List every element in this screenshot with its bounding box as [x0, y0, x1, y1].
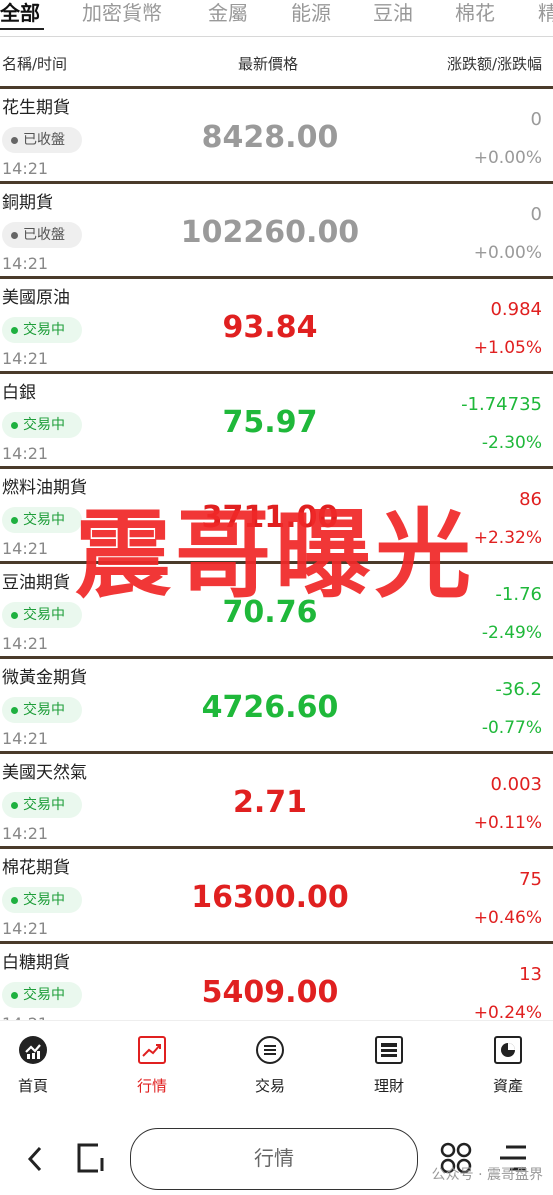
last-price: 5409.00 [201, 975, 339, 1010]
trade-icon [256, 1036, 284, 1064]
status-badge: 交易中 [2, 792, 82, 818]
change-percent: +1.05% [473, 338, 542, 358]
change-percent: +0.00% [473, 148, 542, 168]
nav-finance[interactable]: 理財 [349, 1035, 429, 1096]
chart-icon [138, 1036, 166, 1064]
change-percent: +0.00% [473, 243, 542, 263]
nav-label: 交易 [254, 1077, 285, 1095]
quote-time: 14:21 [2, 349, 49, 368]
instrument-name: 燃料油期貨 [2, 478, 87, 498]
status-badge: 已收盤 [2, 222, 82, 248]
nav-assets[interactable]: 資產 [468, 1035, 548, 1096]
nav-label: 理財 [373, 1077, 404, 1095]
status-badge: 交易中 [2, 982, 82, 1008]
last-price: 93.84 [222, 310, 318, 345]
quote-row[interactable]: 棉花期貨 交易中 14:21 16300.00 75 +0.46% [0, 849, 553, 944]
recent-apps-icon[interactable] [76, 1142, 108, 1174]
change-amount: 0.984 [490, 299, 542, 320]
instrument-name: 美國天然氣 [2, 763, 87, 783]
status-badge: 交易中 [2, 317, 82, 343]
status-badge: 已收盤 [2, 127, 82, 153]
change-percent: +0.11% [473, 813, 542, 833]
watermark-credit: 公众号 · 震哥盘界 [431, 1167, 543, 1183]
column-header-price: 最新價格 [238, 55, 299, 73]
quote-time: 14:21 [2, 539, 49, 558]
finance-icon [375, 1036, 403, 1064]
quote-time: 14:21 [2, 824, 49, 843]
quote-row[interactable]: 微黃金期貨 交易中 14:21 4726.60 -36.2 -0.77% [0, 659, 553, 754]
instrument-name: 豆油期貨 [2, 573, 70, 593]
current-page-pill[interactable]: 行情 [130, 1128, 418, 1190]
watermark-overlay: 震哥曝光 [75, 499, 475, 611]
status-badge: 交易中 [2, 697, 82, 723]
instrument-name: 花生期貨 [2, 98, 70, 118]
change-amount: 0 [530, 109, 542, 130]
change-percent: +0.46% [473, 908, 542, 928]
change-amount: 75 [519, 869, 542, 890]
last-price: 16300.00 [191, 880, 349, 915]
nav-trade[interactable]: 交易 [230, 1035, 310, 1096]
quote-row[interactable]: 白銀 交易中 14:21 75.97 -1.74735 -2.30% [0, 374, 553, 469]
instrument-name: 棉花期貨 [2, 858, 70, 878]
quote-time: 14:21 [2, 159, 49, 178]
quote-time: 14:21 [2, 444, 49, 463]
instrument-name: 銅期貨 [2, 193, 53, 213]
tab-all[interactable]: 全部 [0, 0, 40, 26]
change-amount: 13 [519, 964, 542, 985]
change-amount: -36.2 [495, 679, 542, 700]
nav-home[interactable]: 首頁 [0, 1035, 73, 1096]
quote-time: 14:21 [2, 254, 49, 273]
quote-row[interactable]: 花生期貨 已收盤 14:21 8428.00 0 +0.00% [0, 89, 553, 184]
last-price: 4726.60 [201, 690, 339, 725]
instrument-name: 白銀 [2, 383, 36, 403]
nav-label: 首頁 [17, 1077, 48, 1095]
status-badge: 交易中 [2, 507, 82, 533]
back-icon[interactable] [24, 1144, 46, 1174]
quote-row[interactable]: 銅期貨 已收盤 14:21 102260.00 0 +0.00% [0, 184, 553, 279]
active-tab-indicator [0, 28, 44, 30]
change-percent: +2.32% [473, 528, 542, 548]
nav-market[interactable]: 行情 [112, 1035, 192, 1096]
system-nav-bar: 行情 公众号 · 震哥盘界 [0, 1108, 553, 1195]
instrument-name: 微黃金期貨 [2, 668, 87, 688]
tabs-divider [0, 36, 553, 37]
tab-soybean-oil[interactable]: 豆油 [373, 0, 413, 26]
change-amount: -1.76 [495, 584, 542, 605]
change-amount: 0 [530, 204, 542, 225]
status-badge: 交易中 [2, 887, 82, 913]
home-icon [19, 1036, 47, 1064]
change-percent: -2.49% [481, 623, 542, 643]
tab-more[interactable]: 精 [538, 0, 553, 26]
status-badge: 交易中 [2, 412, 82, 438]
quote-row[interactable]: 美國原油 交易中 14:21 93.84 0.984 +1.05% [0, 279, 553, 374]
change-percent: -2.30% [481, 433, 542, 453]
column-header-change: 涨跌额/涨跌幅 [446, 55, 542, 73]
change-percent: -0.77% [481, 718, 542, 738]
quote-time: 14:21 [2, 729, 49, 748]
change-amount: 0.003 [490, 774, 542, 795]
assets-icon [494, 1036, 522, 1064]
column-header-name: 名稱/时间 [2, 55, 68, 73]
instrument-name: 美國原油 [2, 288, 70, 308]
change-amount: -1.74735 [461, 394, 542, 415]
last-price: 102260.00 [180, 215, 360, 250]
quote-time: 14:21 [2, 634, 49, 653]
category-tabs: 全部 加密貨幣 金屬 能源 豆油 棉花 精 [0, 0, 553, 30]
last-price: 2.71 [232, 785, 308, 820]
bottom-nav: 首頁 行情 交易 理財 資產 [0, 1020, 553, 1109]
tab-energy[interactable]: 能源 [291, 0, 331, 26]
tab-cotton[interactable]: 棉花 [455, 0, 495, 26]
quote-time: 14:21 [2, 919, 49, 938]
tab-metals[interactable]: 金屬 [208, 0, 248, 26]
nav-label: 行情 [136, 1077, 167, 1095]
change-amount: 86 [519, 489, 542, 510]
quote-row[interactable]: 美國天然氣 交易中 14:21 2.71 0.003 +0.11% [0, 754, 553, 849]
last-price: 75.97 [222, 405, 318, 440]
tab-crypto[interactable]: 加密貨幣 [82, 0, 162, 26]
instrument-name: 白糖期貨 [2, 953, 70, 973]
last-price: 8428.00 [201, 120, 339, 155]
status-badge: 交易中 [2, 602, 82, 628]
nav-label: 資產 [492, 1077, 523, 1095]
